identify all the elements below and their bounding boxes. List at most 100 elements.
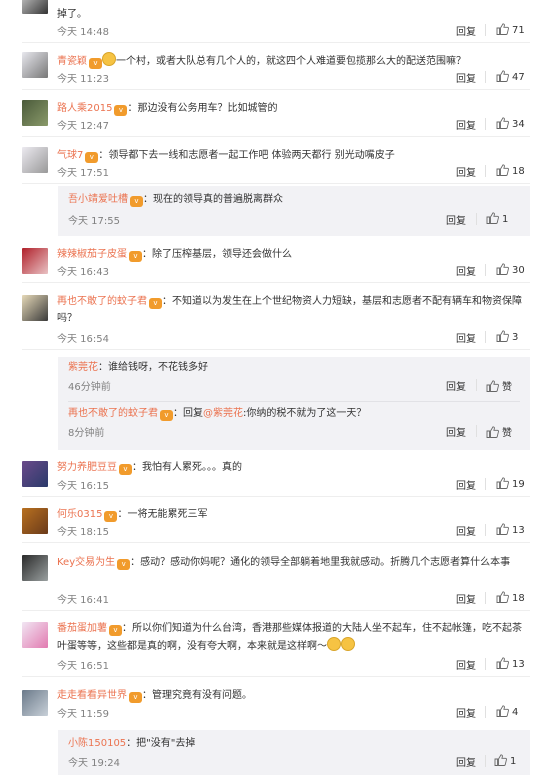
like-button[interactable]: 18 [496,164,525,177]
sub-reply-username[interactable]: 紫莞花 [68,362,98,373]
comment-time: 今天 11:59 [57,709,109,720]
comment-separator [22,542,530,543]
comment-username[interactable]: 努力养肥豆豆 [57,462,117,473]
reply-button[interactable]: 回复 [456,477,476,492]
reply-button[interactable]: 回复 [446,212,466,227]
like-button[interactable]: 71 [496,23,525,36]
vip-badge-icon: v [160,410,173,421]
sub-reply-username[interactable]: 小陈150105 [68,738,126,749]
weibo-comment-list: 掉了。 今天 14:48 回复 71 青瓷颖 v 一个村，或者大队总有几个人的，就这四个人难… [0,0,552,775]
comment-body: ：所以你们知道为什么台湾，香港那些媒体报道的大陆人坐不起车，住不起帐篷，吃不起茶… [57,623,522,652]
reply-button[interactable]: 回复 [456,330,476,345]
vip-badge-icon: v [149,298,162,309]
reply-button[interactable]: 回复 [446,424,466,439]
user-avatar[interactable] [22,555,48,581]
reply-button[interactable]: 回复 [456,70,476,85]
comment-username[interactable]: Key交易为生 [57,557,115,568]
user-avatar[interactable] [22,100,48,126]
comment-time: 今天 14:48 [57,27,109,38]
like-button[interactable]: 47 [496,70,525,83]
comment-time: 今天 17:51 [57,168,109,179]
comment-username[interactable]: 辣辣椒茄子皮蛋 [57,249,127,260]
reply-button[interactable]: 回复 [456,523,476,538]
sub-reply-username[interactable]: 吾小靖爱吐槽 [68,194,128,205]
user-avatar[interactable] [22,295,48,321]
comment-text-block: 气球7 v ：领导都下去一线和志愿者一起工作吧 体验两天都行 别光动嘴皮子 [57,147,522,164]
reply-button[interactable]: 回复 [456,23,476,38]
like-button[interactable]: 赞 [486,378,512,393]
thumb-up-icon [486,380,499,392]
reply-button[interactable]: 回复 [456,164,476,179]
comment-time: 今天 16:15 [57,481,109,492]
reply-button[interactable]: 回复 [456,263,476,278]
like-count: 47 [512,72,525,83]
comment-separator [22,282,530,283]
like-count: 71 [512,25,525,36]
comment-time: 今天 16:41 [57,595,109,606]
user-avatar[interactable] [22,248,48,274]
comment-body: ：感动？感动你妈呢？通化的领导全部躺着地里我就感动。折腾几个志愿者算什么本事 [130,557,511,568]
like-button[interactable]: 30 [496,263,525,276]
vip-badge-icon: v [85,152,99,163]
sub-reply-body: ：回复 [173,408,203,419]
thumb-up-icon [496,23,509,35]
like-button[interactable]: 19 [496,477,525,490]
sub-reply-username[interactable]: 再也不敢了的蚊子君 [68,408,158,419]
sub-reply-text: 小陈150105：把"没有"去掉 [68,735,520,752]
vip-badge-icon: v [119,464,132,475]
user-avatar[interactable] [22,147,48,173]
like-button[interactable]: 3 [496,330,518,343]
user-avatar[interactable] [22,508,48,534]
comment-username[interactable]: 青瓷颖 [57,56,87,67]
like-count: 4 [512,707,519,718]
comment-username[interactable]: 番茄蛋加薯 [57,623,107,634]
comment-text-block: 何乐0315 v ：一将无能累死三军 [57,506,522,523]
like-button[interactable]: 13 [496,657,525,670]
thumb-up-icon [496,523,509,535]
comment-username[interactable]: 路人乘2015 [57,103,112,114]
like-count: 3 [512,332,519,343]
thumb-up-icon [496,657,509,669]
user-avatar[interactable] [22,52,48,78]
user-avatar[interactable] [22,0,48,14]
reply-button[interactable]: 回复 [456,754,476,769]
sub-reply-body-cont: :你纳的税不就为了这一天？ [243,408,367,419]
mention-link[interactable]: @紫莞花 [203,408,243,419]
user-avatar[interactable] [22,622,48,648]
like-button[interactable]: 1 [486,212,508,225]
reply-button[interactable]: 回复 [456,117,476,132]
thumb-up-icon [496,117,509,129]
reply-button[interactable]: 回复 [456,657,476,672]
thumb-up-icon [496,164,509,176]
like-button[interactable]: 赞 [486,424,512,439]
emoji-icon [327,637,341,651]
like-count: 30 [512,265,525,276]
vip-badge-icon: v [117,559,131,570]
like-button[interactable]: 34 [496,117,525,130]
thumb-up-icon [486,212,499,224]
vip-badge-icon: v [89,58,102,69]
comment-username[interactable]: 走走看看异世界 [57,690,127,701]
comment-body: ：我怕有人累死。。。真的 [132,462,242,473]
thumb-up-icon [496,591,509,603]
reply-button[interactable]: 回复 [446,378,466,393]
like-button[interactable]: 1 [494,754,516,767]
sub-reply-time: 8分钟前 [68,428,105,439]
divider [485,24,486,36]
sub-reply-text: 再也不敢了的蚊子君 v ：回复@紫莞花:你纳的税不就为了这一天？ [68,405,520,422]
divider [485,478,486,490]
like-button[interactable]: 4 [496,705,518,718]
comment-username[interactable]: 气球7 [57,150,83,161]
like-button[interactable]: 13 [496,523,525,536]
user-avatar[interactable] [22,461,48,487]
comment-text-block: 辣辣椒茄子皮蛋 v ：除了压榨基层，领导还会做什么 [57,246,522,263]
reply-button[interactable]: 回复 [456,705,476,720]
like-button[interactable]: 18 [496,591,525,604]
reply-button[interactable]: 回复 [456,591,476,606]
comment-body: ：一将无能累死三军 [117,509,208,520]
comment-username[interactable]: 再也不敢了的蚊子君 [57,296,147,307]
comment-text-block: Key交易为生 v ：感动？感动你妈呢？通化的领导全部躺着地里我就感动。折腾几个志愿… [57,554,522,571]
comment-username[interactable]: 何乐0315 [57,509,102,520]
vip-badge-icon: v [130,196,143,207]
user-avatar[interactable] [22,690,48,716]
